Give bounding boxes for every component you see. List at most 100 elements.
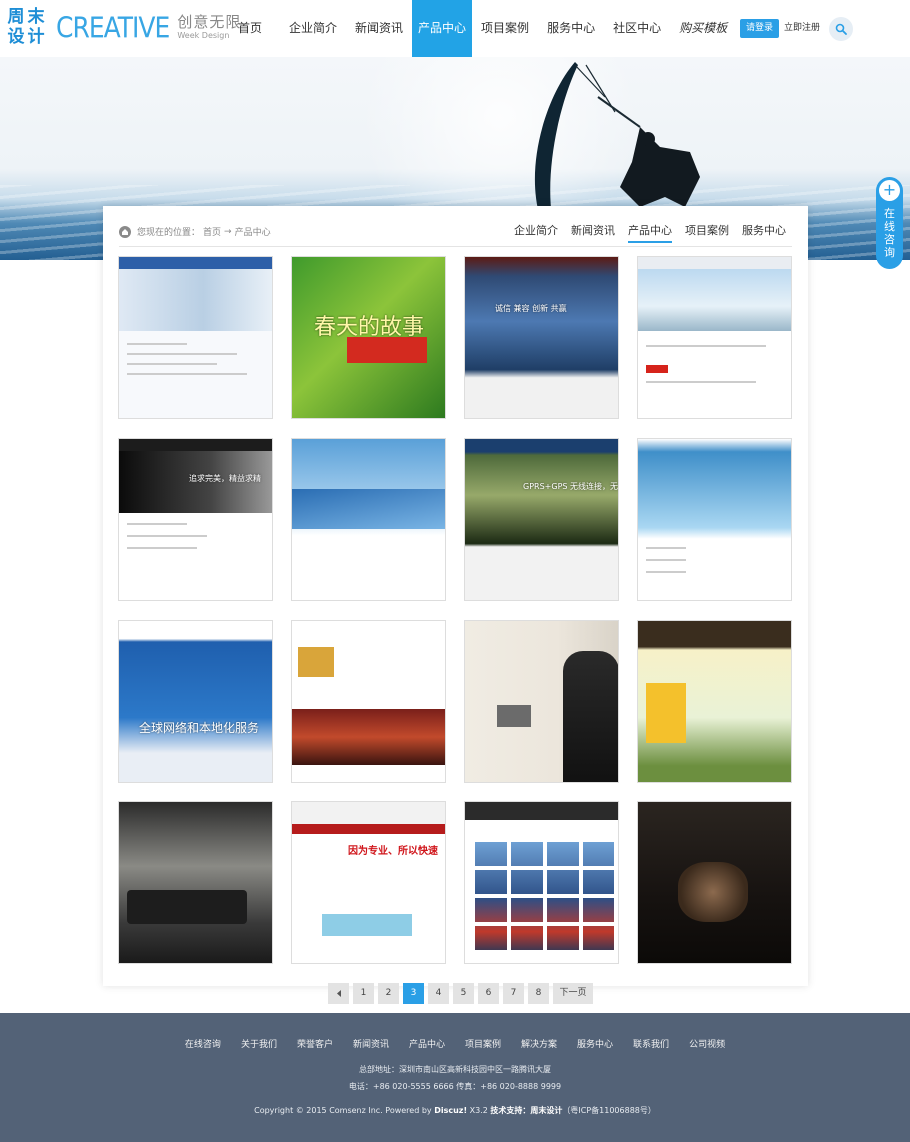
thumb-logo <box>298 647 334 677</box>
logo-char: 设 <box>7 27 25 47</box>
product-thumbnail[interactable] <box>637 801 792 964</box>
footer-link[interactable]: 荣誉客户 <box>297 1037 333 1050</box>
footer-link[interactable]: 项目案例 <box>465 1037 501 1050</box>
footer-links: 在线咨询 关于我们 荣誉客户 新闻资讯 产品中心 项目案例 解决方案 服务中心 … <box>0 1037 910 1050</box>
register-link[interactable]: 立即注册 <box>784 19 820 38</box>
nav-cases[interactable]: 项目案例 <box>472 0 538 57</box>
nav-community[interactable]: 社区中心 <box>604 0 670 57</box>
login-button[interactable]: 请登录 <box>740 19 779 38</box>
thumb-body <box>119 513 272 600</box>
thumb-header <box>119 257 272 269</box>
page-link[interactable]: 7 <box>503 983 524 1004</box>
product-thumbnail[interactable] <box>637 620 792 783</box>
thumb-line <box>646 345 766 347</box>
thumb-header <box>638 257 791 269</box>
thumb-line <box>646 571 686 573</box>
next-page-button[interactable]: 下一页 <box>553 983 593 1004</box>
thumb-body <box>638 513 791 600</box>
breadcrumb-home[interactable]: 首页 <box>203 225 221 238</box>
search-icon <box>835 23 847 35</box>
thumb-line <box>646 547 686 549</box>
thumb-header <box>292 802 445 824</box>
online-consult-label: 在线咨询 <box>884 207 895 259</box>
logo-mark: 周 末 设 计 <box>6 7 46 47</box>
product-thumbnail[interactable]: 春天的故事 <box>291 256 446 419</box>
product-thumbnail[interactable] <box>637 256 792 419</box>
product-grid: 春天的故事 诚信 兼容 创新 共赢 追求完美，精益求精 GPRS+GPS 无线连… <box>118 256 793 966</box>
copyright-version: X3.2 <box>469 1106 488 1115</box>
product-thumbnail[interactable] <box>464 620 619 783</box>
footer-link[interactable]: 公司视频 <box>689 1037 725 1050</box>
footer-link[interactable]: 联系我们 <box>633 1037 669 1050</box>
subnav-products[interactable]: 产品中心 <box>628 222 672 243</box>
breadcrumb-label: 您现在的位置： <box>137 228 201 238</box>
breadcrumb-arrow: → <box>224 226 232 237</box>
page-link-current[interactable]: 3 <box>403 983 424 1004</box>
product-thumbnail[interactable] <box>464 801 619 964</box>
thumb-line <box>127 547 197 549</box>
page-link[interactable]: 5 <box>453 983 474 1004</box>
subnav-about[interactable]: 企业简介 <box>514 222 558 243</box>
thumb-hand <box>678 862 748 922</box>
nav-home[interactable]: 首页 <box>224 0 280 57</box>
product-thumbnail[interactable] <box>291 620 446 783</box>
nav-services[interactable]: 服务中心 <box>538 0 604 57</box>
thumb-building <box>646 683 686 743</box>
support-name[interactable]: 周末设计 <box>530 1106 562 1115</box>
thumb-line <box>127 523 187 525</box>
icp-number[interactable]: （粤ICP备11006888号） <box>562 1106 656 1115</box>
site-footer: 在线咨询 关于我们 荣誉客户 新闻资讯 产品中心 项目案例 解决方案 服务中心 … <box>0 1013 910 1142</box>
logo-wordmark: CREATIVE <box>56 10 170 44</box>
content-panel: 您现在的位置： 首页 → 产品中心 企业简介 新闻资讯 产品中心 项目案例 服务… <box>103 206 808 986</box>
thumb-product <box>322 914 412 936</box>
product-thumbnail[interactable]: 全球网络和本地化服务 <box>118 620 273 783</box>
footer-copyright: Copyright © 2015 Comsenz Inc. Powered by… <box>0 1105 910 1116</box>
search-button[interactable] <box>829 17 853 41</box>
thumb-wave <box>292 489 445 529</box>
product-thumbnail[interactable]: 因为专业、所以快速 <box>291 801 446 964</box>
page-link[interactable]: 8 <box>528 983 549 1004</box>
nav-products[interactable]: 产品中心 <box>412 0 473 57</box>
thumb-logo <box>646 365 668 373</box>
site-logo[interactable]: 周 末 设 计 CREATIVE 创意无限 Week Design <box>6 6 241 48</box>
thumb-hero <box>119 269 272 331</box>
footer-link[interactable]: 关于我们 <box>241 1037 277 1050</box>
thumb-line <box>127 373 247 375</box>
page-link[interactable]: 1 <box>353 983 374 1004</box>
product-thumbnail[interactable] <box>118 256 273 419</box>
product-thumbnail[interactable] <box>291 438 446 601</box>
footer-link[interactable]: 服务中心 <box>577 1037 613 1050</box>
product-thumbnail[interactable]: 诚信 兼容 创新 共赢 <box>464 256 619 419</box>
thumb-line <box>646 381 756 383</box>
page-link[interactable]: 4 <box>428 983 449 1004</box>
triangle-left-icon <box>336 990 341 997</box>
thumb-body <box>119 331 272 418</box>
page-link[interactable]: 6 <box>478 983 499 1004</box>
thumb-caption: 追求完美，精益求精 <box>189 474 261 483</box>
product-thumbnail[interactable]: GPRS+GPS 无线连接，无盲点 <box>464 438 619 601</box>
product-thumbnail[interactable] <box>637 438 792 601</box>
thumb-hero <box>638 269 791 331</box>
footer-link[interactable]: 在线咨询 <box>185 1037 221 1050</box>
home-icon <box>119 225 131 238</box>
nav-news[interactable]: 新闻资讯 <box>346 0 412 57</box>
prev-page-button[interactable] <box>328 983 349 1004</box>
footer-link[interactable]: 新闻资讯 <box>353 1037 389 1050</box>
thumb-navbar <box>292 824 445 834</box>
sub-nav: 企业简介 新闻资讯 产品中心 项目案例 服务中心 <box>501 222 786 243</box>
product-thumbnail[interactable] <box>118 801 273 964</box>
footer-link[interactable]: 产品中心 <box>409 1037 445 1050</box>
subnav-cases[interactable]: 项目案例 <box>685 222 729 243</box>
product-thumbnail[interactable]: 追求完美，精益求精 <box>118 438 273 601</box>
nav-about[interactable]: 企业简介 <box>280 0 346 57</box>
subnav-services[interactable]: 服务中心 <box>742 222 786 243</box>
online-consult-tab[interactable]: + 在线咨询 <box>876 177 903 269</box>
copyright-prefix: Copyright © 2015 Comsenz Inc. Powered by <box>254 1106 432 1115</box>
copyright-brand[interactable]: Discuz! <box>434 1106 467 1115</box>
page-link[interactable]: 2 <box>378 983 399 1004</box>
subnav-news[interactable]: 新闻资讯 <box>571 222 615 243</box>
nav-buy-template[interactable]: 购买模板 <box>670 0 736 57</box>
footer-link[interactable]: 解决方案 <box>521 1037 557 1050</box>
thumb-line <box>127 343 187 345</box>
support-label: 技术支持： <box>490 1106 531 1115</box>
